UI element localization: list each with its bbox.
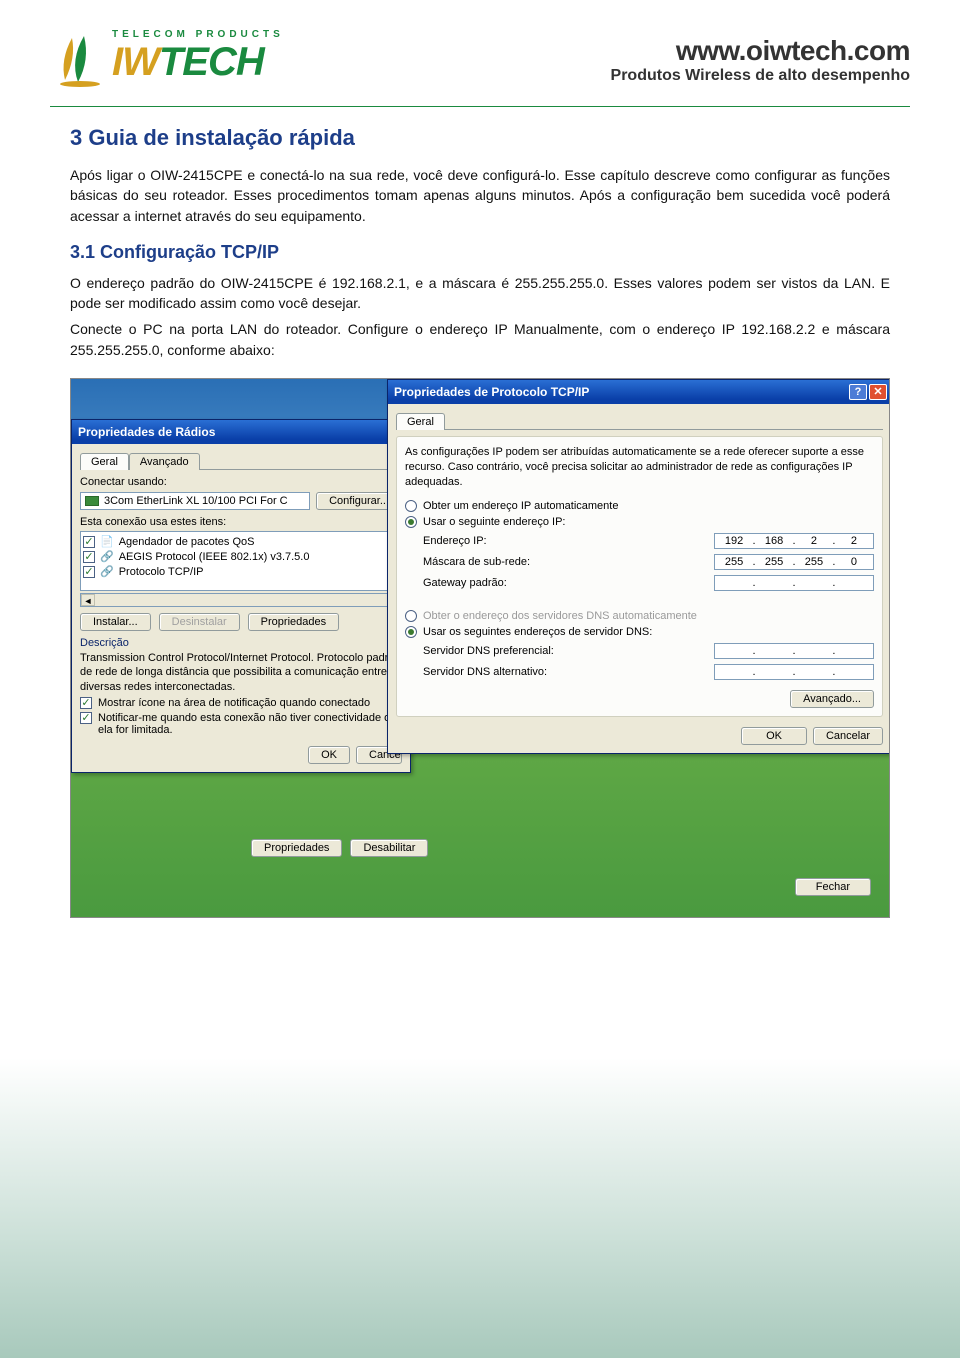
dns-preferred-input[interactable]: ... [714,643,874,659]
header-right: www.oiwtech.com Produtos Wireless de alt… [611,35,910,85]
description-header: Descrição [80,637,402,649]
list-item: ✓📄Agendador de pacotes QoS [83,534,399,549]
connect-using-label: Conectar usando: [80,476,402,488]
tcpip-intro-text: As configurações IP podem ser atribuídas… [405,445,874,490]
dns-alternate-input[interactable]: ... [714,664,874,680]
header-divider [50,106,910,107]
tab-avancado[interactable]: Avançado [129,453,200,470]
disable-button-underlying[interactable]: Desabilitar [350,839,428,857]
list-item: ✓🔗AEGIS Protocol (IEEE 802.1x) v3.7.5.0 [83,549,399,564]
paragraph-2: O endereço padrão do OIW-2415CPE é 192.1… [70,273,890,314]
gateway-input[interactable]: . . . [714,575,874,591]
close-icon[interactable]: ✕ [869,384,887,400]
subnet-mask-input[interactable]: 255. 255. 255. 0 [714,554,874,570]
underlying-close-row: Fechar [795,877,871,896]
section-heading: 3 Guia de instalação rápida [70,125,890,151]
list-item: ✓🔗Protocolo TCP/IP [83,564,399,579]
dns-preferred-label: Servidor DNS preferencial: [423,645,554,657]
help-icon[interactable]: ? [849,384,867,400]
brand-logo-text: TELECOM PRODUCTS IWTECH [112,35,284,85]
site-subtitle: Produtos Wireless de alto desempenho [611,67,910,85]
properties-button[interactable]: Propriedades [248,613,339,631]
document-content: 3 Guia de instalação rápida Após ligar o… [0,125,960,918]
connection-items-list[interactable]: ✓📄Agendador de pacotes QoS ✓🔗AEGIS Proto… [80,531,402,591]
advanced-button[interactable]: Avançado... [790,690,874,708]
adapter-name: 3Com EtherLink XL 10/100 PCI For C [104,495,288,507]
list-scrollbar[interactable]: ◄ ► [80,593,402,607]
ip-address-label: Endereço IP: [423,535,487,547]
title-text: Propriedades de Rádios [78,425,215,439]
subnet-mask-label: Máscara de sub-rede: [423,556,530,568]
underlying-window-buttons: Propriedades Desabilitar [251,839,428,857]
ip-address-input[interactable]: 192. 168. 2. 2 [714,533,874,549]
cancel-button[interactable]: Cancelar [813,727,883,745]
paragraph-1: Após ligar o OIW-2415CPE e conectá-lo na… [70,165,890,226]
screenshot-container: Propriedades de Rádios Geral Avançado Co… [70,378,890,918]
radio-obtain-ip-auto[interactable]: Obter um endereço IP automaticamente [405,500,874,512]
dns-alternate-label: Servidor DNS alternativo: [423,666,547,678]
scroll-left-icon[interactable]: ◄ [81,594,95,606]
ok-button[interactable]: OK [308,746,350,764]
uninstall-button: Desinstalar [159,613,240,631]
brand-logo: TELECOM PRODUCTS IWTECH [50,30,284,90]
checkbox-notify-limited[interactable]: ✓Notificar-me quando esta conexão não ti… [80,712,402,736]
tab-geral-tcpip[interactable]: Geral [396,413,445,430]
paragraph-3: Conecte o PC na porta LAN do roteador. C… [70,319,890,360]
ok-button[interactable]: OK [741,727,807,745]
gateway-label: Gateway padrão: [423,577,507,589]
radio-use-following-dns[interactable]: Usar os seguintes endereços de servidor … [405,626,874,638]
title-text: Propriedades de Protocolo TCP/IP [394,385,589,399]
dialog-tcpip-properties: Propriedades de Protocolo TCP/IP ? ✕ Ger… [387,379,890,754]
titlebar-tcpip: Propriedades de Protocolo TCP/IP ? ✕ [388,380,890,404]
tcpip-groupbox: As configurações IP podem ser atribuídas… [396,436,883,717]
dialog-network-properties: Propriedades de Rádios Geral Avançado Co… [71,419,411,773]
nic-icon [85,496,99,506]
tabstrip-left: Geral Avançado [80,452,402,470]
page-bg-gradient [0,1058,960,1358]
page-header: TELECOM PRODUCTS IWTECH www.oiwtech.com … [0,0,960,100]
description-text: Transmission Control Protocol/Internet P… [80,651,402,694]
subsection-heading: 3.1 Configuração TCP/IP [70,242,890,263]
tab-geral[interactable]: Geral [80,453,129,470]
close-button-underlying[interactable]: Fechar [795,878,871,896]
site-url: www.oiwtech.com [611,35,910,67]
install-button[interactable]: Instalar... [80,613,151,631]
brand-name: IWTECH [112,40,284,85]
checkbox-tray-icon[interactable]: ✓Mostrar ícone na área de notificação qu… [80,697,402,709]
titlebar-network-properties: Propriedades de Rádios [72,420,410,444]
items-label: Esta conexão usa estes itens: [80,516,402,528]
properties-button-underlying[interactable]: Propriedades [251,839,342,857]
tabstrip-right: Geral [396,412,883,430]
radio-obtain-dns-auto: Obter o endereço dos servidores DNS auto… [405,610,874,622]
radio-use-following-ip[interactable]: Usar o seguinte endereço IP: [405,516,874,528]
brand-logo-mark [50,30,110,90]
adapter-combobox[interactable]: 3Com EtherLink XL 10/100 PCI For C [80,492,310,510]
brand-tagline: TELECOM PRODUCTS [112,29,284,40]
